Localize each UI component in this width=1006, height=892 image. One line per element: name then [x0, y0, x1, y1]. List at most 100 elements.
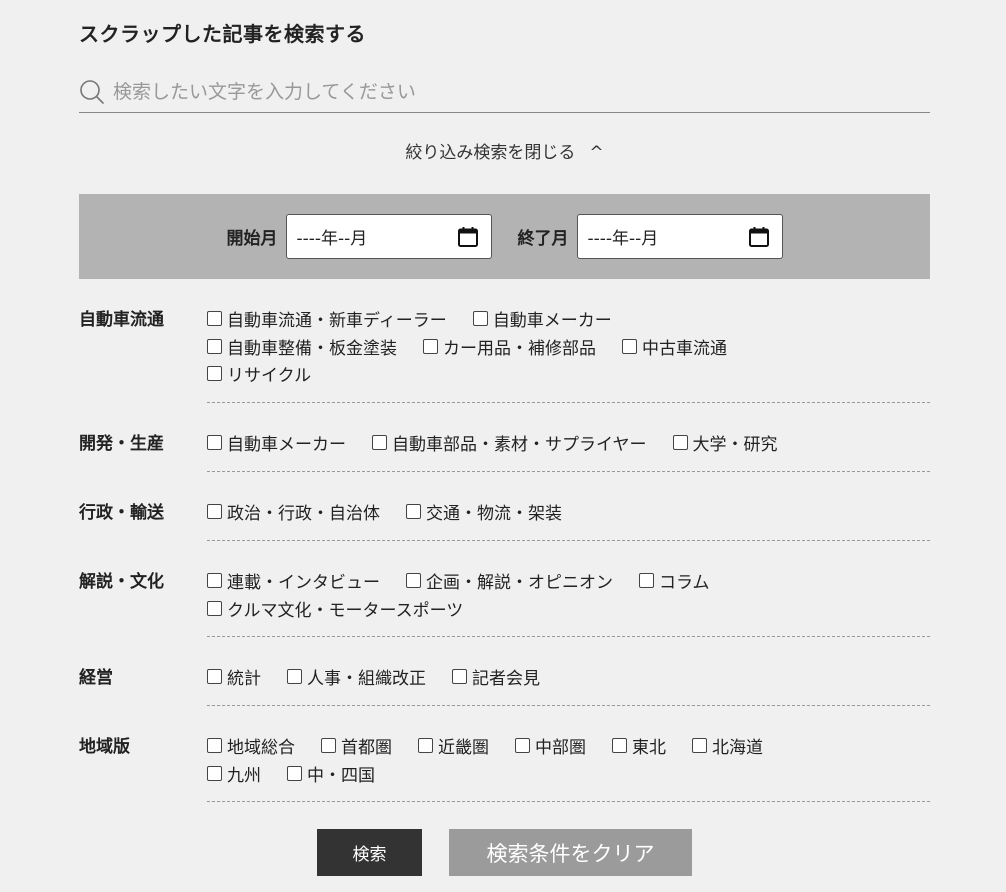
checkbox-label: 東北: [632, 738, 666, 759]
search-button[interactable]: 検索: [317, 829, 422, 876]
checkbox-label: コラム: [659, 573, 710, 594]
filter-toggle-label: 絞り込み検索を閉じる: [405, 143, 576, 163]
checkbox-option[interactable]: 自動車流通・新車ディーラー: [207, 306, 447, 331]
checkbox-label: 近畿圏: [438, 738, 489, 759]
checkbox[interactable]: [406, 504, 421, 520]
checkbox[interactable]: [692, 738, 707, 754]
checkbox[interactable]: [287, 669, 302, 685]
checkbox[interactable]: [207, 435, 222, 451]
checkbox[interactable]: [639, 573, 654, 589]
category-label: 自動車流通: [79, 310, 164, 330]
filter-toggle[interactable]: 絞り込み検索を閉じる ^: [79, 138, 930, 163]
checkbox[interactable]: [622, 338, 637, 354]
checkbox-option[interactable]: 中部圏: [515, 733, 586, 758]
chevron-up-icon: ^: [589, 143, 604, 163]
checkbox[interactable]: [207, 311, 222, 327]
option-line: リサイクル: [207, 360, 930, 388]
checkbox-label: 自動車整備・板金塗装: [227, 338, 397, 359]
checkbox[interactable]: [372, 435, 387, 451]
option-line: 九州 中・四国: [207, 760, 930, 788]
checkbox-option[interactable]: 自動車部品・素材・サプライヤー: [372, 430, 647, 455]
checkbox-label: クルマ文化・モータースポーツ: [227, 600, 464, 621]
checkbox-option[interactable]: クルマ文化・モータースポーツ: [207, 596, 463, 621]
checkbox-option[interactable]: 中・四国: [287, 761, 375, 786]
checkbox[interactable]: [612, 738, 627, 754]
checkbox-label: カー用品・補修部品: [443, 338, 596, 359]
checkbox-label: 九州: [227, 765, 261, 786]
category-label: 行政・輸送: [79, 503, 164, 523]
checkbox-label: 大学・研究: [692, 435, 778, 456]
end-month-label: 終了月: [517, 229, 569, 249]
checkbox[interactable]: [207, 669, 222, 685]
checkbox-option[interactable]: 自動車メーカー: [207, 430, 346, 455]
checkbox-label: 交通・物流・架装: [426, 504, 562, 525]
checkbox[interactable]: [207, 366, 222, 382]
end-month-group: 終了月 ----年--月: [518, 214, 783, 259]
checkbox-label: 北海道: [712, 738, 763, 759]
checkbox-option[interactable]: 統計: [207, 664, 261, 689]
checkbox-option[interactable]: 連載・インタビュー: [207, 568, 380, 593]
category-options: 自動車メーカー 自動車部品・素材・サプライヤー 大学・研究: [207, 429, 930, 472]
end-month-input[interactable]: ----年--月: [576, 214, 783, 259]
checkbox-label: 地域総合: [227, 738, 295, 759]
checkbox-option[interactable]: 人事・組織改正: [287, 664, 426, 689]
checkbox-option[interactable]: 自動車メーカー: [472, 306, 612, 332]
checkbox-option[interactable]: 東北: [612, 733, 666, 758]
start-month-value: ----年--月: [296, 229, 368, 249]
option-line: 自動車流通・新車ディーラー 自動車メーカー: [207, 305, 930, 333]
option-line: 連載・インタビュー 企画・解説・オピニオン コラム: [207, 567, 930, 595]
category-label: 経営: [79, 668, 113, 688]
search-icon: [80, 80, 104, 104]
checkbox-label: 自動車メーカー: [227, 435, 346, 456]
checkbox[interactable]: [207, 338, 222, 354]
checkbox[interactable]: [515, 738, 530, 754]
checkbox-option[interactable]: カー用品・補修部品: [423, 334, 596, 359]
checkbox-option[interactable]: 首都圏: [321, 733, 392, 758]
checkbox-option[interactable]: 交通・物流・架装: [406, 499, 562, 524]
option-line: 自動車メーカー 自動車部品・素材・サプライヤー 大学・研究: [207, 429, 930, 457]
option-line: 政治・行政・自治体 交通・物流・架装: [207, 498, 930, 526]
checkbox[interactable]: [207, 504, 222, 520]
checkbox-option[interactable]: 北海道: [692, 733, 763, 758]
category-options: 地域総合 首都圏 近畿圏 中部圏 東北 北海道九州 中・四国: [207, 732, 930, 802]
checkbox[interactable]: [207, 600, 222, 616]
date-range-bar: 開始月 ----年--月 終了月 ----年--月: [79, 194, 930, 279]
checkbox-option[interactable]: コラム: [639, 568, 710, 593]
search-input[interactable]: [113, 81, 893, 103]
checkbox-option[interactable]: 記者会見: [452, 664, 540, 689]
checkbox-label: 首都圏: [341, 738, 392, 759]
checkbox[interactable]: [207, 738, 222, 754]
checkbox-option[interactable]: リサイクル: [207, 361, 311, 386]
checkbox-option[interactable]: 大学・研究: [672, 430, 778, 456]
checkbox-option[interactable]: 地域総合: [207, 733, 295, 758]
checkbox-label: 政治・行政・自治体: [227, 504, 380, 525]
option-line: 地域総合 首都圏 近畿圏 中部圏 東北 北海道: [207, 732, 930, 760]
checkbox[interactable]: [207, 573, 222, 589]
checkbox-label: 中・四国: [307, 765, 375, 786]
checkbox-label: リサイクル: [227, 366, 312, 387]
checkbox[interactable]: [418, 738, 433, 754]
start-month-input[interactable]: ----年--月: [285, 214, 492, 259]
page-title: スクラップした記事を検索する: [79, 22, 366, 46]
checkbox[interactable]: [406, 573, 421, 589]
checkbox-option[interactable]: 中古車流通: [622, 334, 727, 359]
checkbox-option[interactable]: 政治・行政・自治体: [207, 499, 380, 524]
checkbox[interactable]: [321, 738, 336, 754]
checkbox-option[interactable]: 近畿圏: [418, 733, 489, 758]
option-line: 統計 人事・組織改正 記者会見: [207, 663, 930, 691]
checkbox[interactable]: [207, 765, 222, 781]
clear-conditions-button[interactable]: 検索条件をクリア: [449, 829, 692, 876]
checkbox[interactable]: [672, 435, 688, 451]
category-label: 地域版: [79, 737, 130, 757]
checkbox-label: 自動車流通・新車ディーラー: [227, 311, 447, 332]
checkbox-option[interactable]: 自動車整備・板金塗装: [207, 334, 397, 359]
checkbox[interactable]: [452, 669, 467, 685]
checkbox-option[interactable]: 九州: [207, 761, 261, 786]
checkbox-option[interactable]: 企画・解説・オピニオン: [406, 568, 613, 593]
checkbox-label: 自動車メーカー: [492, 311, 612, 332]
checkbox[interactable]: [287, 765, 302, 781]
calendar-icon: [457, 226, 478, 247]
checkbox[interactable]: [472, 311, 488, 327]
checkbox[interactable]: [423, 338, 438, 354]
checkbox-label: 記者会見: [472, 669, 540, 690]
